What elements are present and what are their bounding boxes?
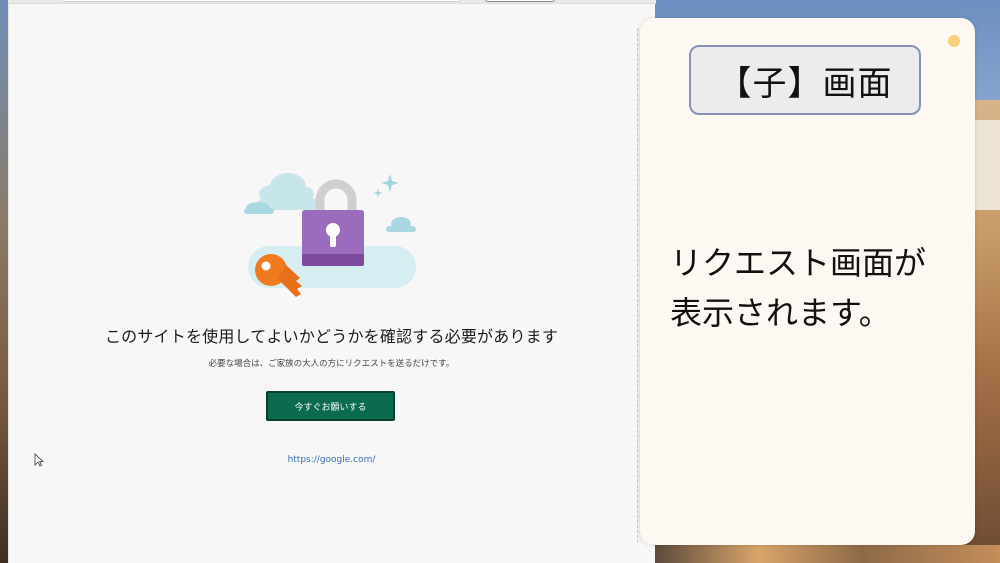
caption-line-1: リクエスト画面が: [670, 244, 927, 282]
ask-now-button[interactable]: 今すぐお願いする: [266, 391, 395, 421]
caption-line-2: 表示されます。: [670, 294, 891, 332]
desktop-background-bottom: [655, 545, 1000, 563]
corner-dot: [948, 35, 960, 47]
sparkle-icon: [373, 174, 399, 198]
toolbar-button[interactable]: [485, 0, 555, 2]
page-heading: このサイトを使用してよいかどうかを確認する必要があります: [104, 327, 559, 346]
address-bar[interactable]: [61, 0, 461, 2]
caption-title: 【子】画面: [689, 45, 921, 115]
site-url-link[interactable]: https://google.com/: [8, 455, 655, 465]
desktop-background-left: [0, 0, 8, 563]
cursor-icon: [34, 453, 44, 467]
page-subtext: 必要な場合は、ご家族の大人の方にリクエストを送るだけです。: [208, 359, 455, 369]
lock-illustration: [244, 173, 416, 297]
